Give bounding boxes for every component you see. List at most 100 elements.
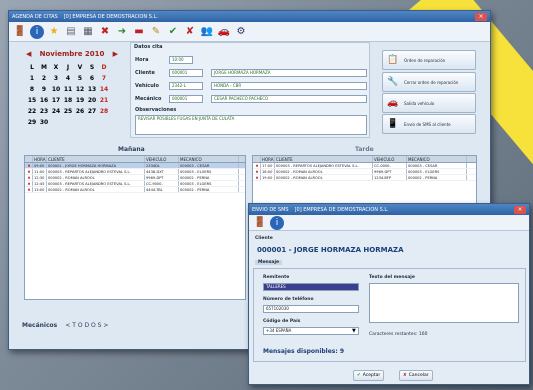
users-icon[interactable]: 👥 (200, 25, 214, 39)
calendar-day[interactable]: 2 (38, 75, 50, 82)
telefono-field[interactable]: 657102030 (263, 305, 359, 313)
calendar-day[interactable]: 9 (38, 86, 50, 93)
calendar-day[interactable]: 12 (74, 86, 86, 93)
cliente-name-field[interactable]: JORGE HORMAZA HORMAZA (211, 69, 367, 77)
prev-month-icon[interactable]: ◀ (26, 50, 31, 58)
star-icon[interactable]: ★ (47, 25, 61, 39)
cancel-icon[interactable]: ✘ (183, 25, 197, 39)
calendar-day[interactable]: 4 (62, 75, 74, 82)
calendar-day[interactable]: 17 (50, 97, 62, 104)
calendar-day[interactable]: 20 (86, 97, 98, 104)
repair-order-button[interactable]: 📋 Orden de reparación (382, 50, 476, 70)
send-sms-button[interactable]: 📱 Envío de SMS al cliente (382, 114, 476, 134)
list-icon[interactable]: ▤ (64, 25, 78, 39)
cliente-label: Cliente (135, 70, 155, 76)
calendar-day[interactable]: 29 (26, 119, 38, 126)
texto-textarea[interactable] (369, 283, 519, 323)
mensaje-tab[interactable]: Mensaje (255, 260, 283, 265)
cliente-code-field[interactable]: 000001 (169, 69, 203, 77)
calendar-day[interactable]: 11 (62, 86, 74, 93)
toolbar: 🚪 i ★ ▤ ▦ ✖ ➜ ▬ ✎ ✔ ✘ 👥 🚗 ⚙ (9, 22, 490, 42)
calendar-day[interactable]: 13 (86, 86, 98, 93)
cancelar-button[interactable]: ✘ Cancelar (399, 370, 433, 381)
delete-row-icon[interactable]: ✖ (25, 175, 33, 180)
delete-row-icon[interactable]: ✖ (25, 163, 33, 168)
calendar-icon[interactable]: ▦ (81, 25, 95, 39)
calendar-day[interactable]: 8 (26, 86, 38, 93)
cancelar-label: Cancelar (408, 373, 429, 378)
observaciones-field[interactable]: REVISAR POSIBLES FUGAS EN JUNTA DE CULAT… (135, 115, 367, 135)
calendar-day[interactable]: 25 (62, 108, 74, 115)
calendar-day[interactable]: 1 (26, 75, 38, 82)
chevron-down-icon[interactable]: ▼ (352, 328, 356, 334)
minus-icon[interactable]: ▬ (132, 25, 146, 39)
dialog-close-button[interactable]: × (514, 205, 526, 214)
close-button[interactable]: × (475, 12, 487, 21)
cancel-x-icon: ✘ (403, 373, 407, 378)
column-header[interactable]: HORA (33, 156, 47, 162)
calendar-day[interactable]: 15 (26, 97, 38, 104)
calendar-day[interactable]: 23 (38, 108, 50, 115)
calendar-day[interactable]: 21 (98, 97, 110, 104)
info-icon[interactable]: i (30, 24, 44, 39)
mecanico-label: Mecánico (135, 96, 162, 102)
car-toolbar-icon[interactable]: 🚗 (217, 25, 231, 39)
repair-icon: 📋 (387, 55, 399, 65)
calendar-day[interactable]: 5 (74, 75, 86, 82)
calendar-day[interactable]: 19 (74, 97, 86, 104)
table-row[interactable]: ✖ 13:00 000002 - ROMAN ALROOL 4444-TBL 0… (25, 187, 245, 193)
delete-row-icon[interactable]: ✖ (25, 169, 33, 174)
column-header[interactable]: MECANICO (407, 156, 467, 162)
delete-row-icon[interactable]: ✖ (253, 175, 261, 180)
calendar-day[interactable]: 26 (74, 108, 86, 115)
accept-icon[interactable]: ✔ (166, 25, 180, 39)
delete-calendar-icon[interactable]: ✖ (98, 25, 112, 39)
column-header[interactable]: VEHICULO (145, 156, 179, 162)
vehiculo-name-field[interactable]: HONDA - CBR (211, 82, 367, 90)
settings-icon[interactable]: ⚙ (234, 25, 248, 39)
calendar-day[interactable]: 30 (38, 119, 50, 126)
calendar-day[interactable]: 7 (98, 75, 110, 82)
mecanico-code-field[interactable]: 000001 (169, 95, 203, 103)
calendar-day[interactable]: 28 (98, 108, 110, 115)
calendar-day[interactable]: 27 (86, 108, 98, 115)
mecanico-name-field[interactable]: CESAR PACHECO PACHECO (211, 95, 367, 103)
delete-row-icon[interactable]: ✖ (253, 163, 261, 168)
check-icon: ✔ (357, 373, 361, 378)
calendar: ◀ Noviembre 2010 ▶ L M X J V S D 1 2 3 4… (26, 50, 118, 126)
remitente-field[interactable]: TALLERES (263, 283, 359, 291)
pais-select[interactable]: +34 ESPAÑA (263, 327, 359, 335)
vehiculo-label: Vehículo (135, 83, 159, 89)
arrow-right-icon[interactable]: ➜ (115, 25, 129, 39)
vehicle-exit-button[interactable]: 🚗 Salida vehículo (382, 93, 476, 113)
column-header[interactable]: CLIENTE (47, 156, 145, 162)
mechanics-filter[interactable]: Mecánicos < T O D O S > (22, 322, 108, 329)
column-header[interactable]: CLIENTE (275, 156, 373, 162)
column-header[interactable]: VEHICULO (373, 156, 407, 162)
calendar-day[interactable]: 14 (98, 86, 110, 93)
column-header[interactable]: MECANICO (179, 156, 239, 162)
delete-row-icon[interactable]: ✖ (253, 169, 261, 174)
calendar-day[interactable]: 24 (50, 108, 62, 115)
calendar-day[interactable]: 6 (86, 75, 98, 82)
info-icon[interactable]: i (270, 215, 284, 230)
calendar-day[interactable]: 10 (50, 86, 62, 93)
next-month-icon[interactable]: ▶ (113, 50, 118, 58)
mechanics-value[interactable]: < T O D O S > (65, 322, 108, 329)
calendar-day[interactable]: 16 (38, 97, 50, 104)
calendar-day[interactable]: 3 (50, 75, 62, 82)
edit-icon[interactable]: ✎ (149, 25, 163, 39)
exit-icon[interactable]: 🚪 (13, 25, 27, 39)
aceptar-button[interactable]: ✔ Aceptar (353, 370, 385, 381)
close-repair-order-button[interactable]: 🔧 Cerrar orden de reparación (382, 72, 476, 92)
delete-row-icon[interactable]: ✖ (25, 181, 33, 186)
vehiculo-code-field[interactable]: 2342-L (169, 82, 203, 90)
calendar-day[interactable]: 18 (62, 97, 74, 104)
hora-field[interactable]: 10:00 (169, 56, 193, 64)
column-header[interactable]: HORA (261, 156, 275, 162)
calendar-day[interactable]: 22 (26, 108, 38, 115)
delete-row-icon[interactable]: ✖ (25, 187, 33, 192)
table-row[interactable]: ✖ 19:00 000002 - ROMAN ALROOL 1234-BFP 0… (253, 175, 476, 181)
exit-icon[interactable]: 🚪 (253, 216, 267, 230)
appointment-details: Datos cita Hora 10:00 Cliente 000001 JOR… (130, 42, 370, 138)
